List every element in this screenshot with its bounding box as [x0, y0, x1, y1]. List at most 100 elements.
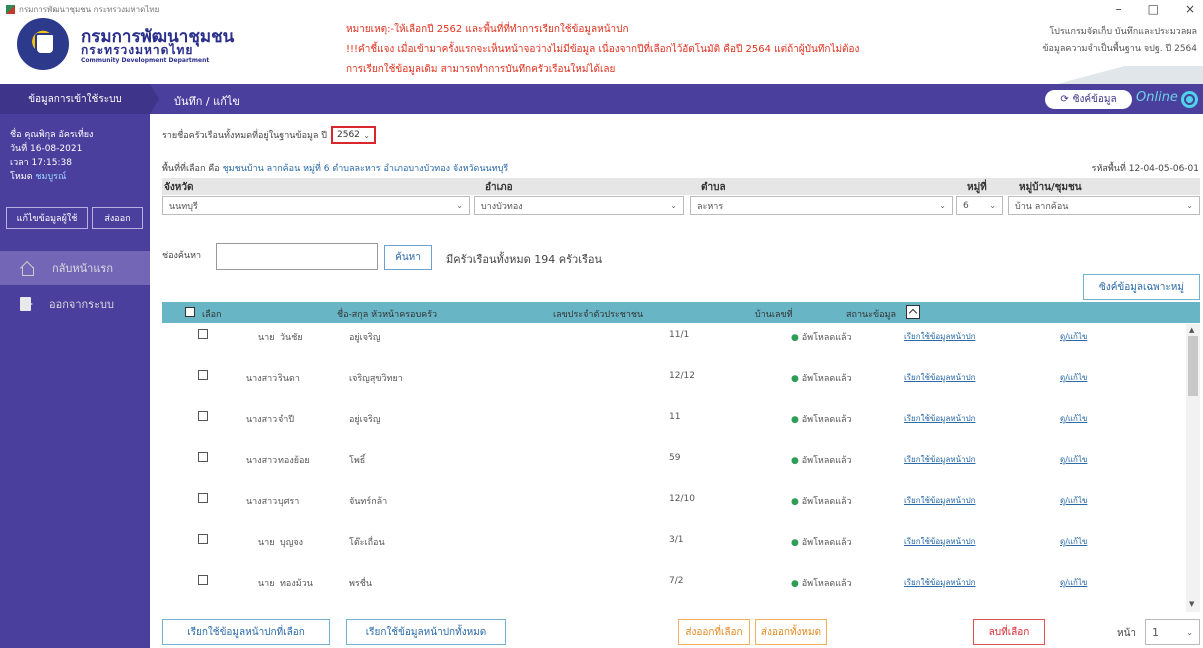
fetch-cover-link[interactable]: เรียกใช้ข้อมูลหน้าปก — [904, 494, 976, 507]
fetch-cover-link[interactable]: เรียกใช้ข้อมูลหน้าปก — [904, 412, 976, 425]
export-selected-button[interactable]: ส่งออกที่เลือก — [678, 619, 750, 645]
online-toggle[interactable] — [1181, 91, 1198, 108]
program-title: โปรแกรมจัดเก็บ บันทึกและประมวลผล ข้อมูลค… — [1042, 24, 1197, 58]
col-select: เลือก — [202, 310, 222, 320]
close-button[interactable]: × — [1185, 2, 1195, 16]
subdistrict-select[interactable]: ละหาร ⌄ — [690, 196, 953, 215]
sidebar-item-logout[interactable]: ออกจากระบบ — [0, 287, 150, 321]
page-select[interactable]: 1 ⌄ — [1145, 619, 1200, 645]
mode-value: ชมบูรณ์ — [35, 172, 67, 182]
last-name: โพธิ์ — [349, 456, 366, 466]
view-edit-link[interactable]: ดู/แก้ไข — [1060, 494, 1087, 507]
village-header: หมู่บ้าน/ชุมชน — [1019, 182, 1082, 193]
fetch-all-button[interactable]: เรียกใช้ข้อมูลหน้าปกทั้งหมด — [346, 619, 506, 645]
name-title: นางสาว — [246, 497, 278, 507]
village-select[interactable]: บ้าน ลากค้อน ⌄ — [1008, 196, 1200, 215]
house-number: 12/10 — [669, 494, 695, 504]
search-button[interactable]: ค้นหา — [384, 245, 432, 270]
program-title-line: ข้อมูลความจำเป็นพื้นฐาน จปฐ. ปี 2564 — [1042, 44, 1197, 54]
status-dot-icon: ● — [791, 415, 799, 425]
select-all-checkbox[interactable] — [185, 307, 195, 317]
view-edit-link[interactable]: ดู/แก้ไข — [1060, 453, 1087, 466]
last-name: จันทร์กล้า — [349, 497, 388, 507]
fetch-cover-link[interactable]: เรียกใช้ข้อมูลหน้าปก — [904, 371, 976, 384]
sync-area-button[interactable]: ซิงค์ข้อมูลเฉพาะหมู่ — [1083, 274, 1200, 300]
fetch-cover-link[interactable]: เรียกใช้ข้อมูลหน้าปก — [904, 453, 976, 466]
first-name: รินดา — [278, 374, 300, 384]
province-select[interactable]: นนทบุรี ⌄ — [162, 196, 470, 215]
district-select[interactable]: บางบัวทอง ⌄ — [474, 196, 684, 215]
status: ● อัพโหลดแล้ว — [791, 576, 852, 590]
status: ● อัพโหลดแล้ว — [791, 371, 852, 385]
table-row: นาย ทองม้วน พรชื่น 7/2 ● อัพโหลดแล้ว เรียกใช้… — [162, 572, 1184, 612]
sidebar: ชื่อ คุณพิกุล อัครเที่ยง วันที่ 16-08-20… — [0, 114, 150, 648]
house-number: 11/1 — [669, 330, 690, 340]
sidebar-item-label: กลับหน้าแรก — [52, 262, 113, 275]
table-row: นางสาว ทองย้อย โพธิ์ 59 ● อัพโหลดแล้ว เรียกใช… — [162, 449, 1184, 490]
fetch-selected-button[interactable]: เรียกใช้ข้อมูลหน้าปกที่เลือก — [162, 619, 330, 645]
row-checkbox[interactable] — [198, 452, 208, 462]
table-row: นางสาว รินดา เจริญสุขวิทยา 12/12 ● อัพโหลดแล… — [162, 367, 1184, 408]
view-edit-link[interactable]: ดู/แก้ไข — [1060, 330, 1087, 343]
table-scrollbar[interactable]: ▲ ▼ — [1186, 324, 1200, 612]
minimize-button[interactable]: – — [1116, 2, 1122, 16]
row-checkbox[interactable] — [198, 493, 208, 503]
household-table: เลือก ชื่อ-สกุล หัวหน้าครอบครัว เลขประจำ… — [162, 302, 1200, 612]
last-name: เจริญสุขวิทยา — [349, 374, 403, 384]
status: ● อัพโหลดแล้ว — [791, 453, 852, 467]
sync-button[interactable]: ⟳ ซิงค์ข้อมูล — [1045, 90, 1132, 109]
fetch-cover-link[interactable]: เรียกใช้ข้อมูลหน้าปก — [904, 576, 976, 589]
status: ● อัพโหลดแล้ว — [791, 412, 852, 426]
export-button[interactable]: ส่งออก — [92, 207, 143, 229]
search-label: ช่องค้นหา — [162, 251, 202, 261]
row-checkbox[interactable] — [198, 575, 208, 585]
edit-user-button[interactable]: แก้ไขข้อมูลผู้ใช้ — [6, 207, 88, 229]
view-edit-link[interactable]: ดู/แก้ไข — [1060, 371, 1087, 384]
scroll-down-icon[interactable]: ▼ — [1189, 600, 1194, 608]
moo-select[interactable]: 6 ⌄ — [956, 196, 1003, 215]
row-checkbox[interactable] — [198, 329, 208, 339]
status-dot-icon: ● — [791, 538, 799, 548]
fetch-cover-link[interactable]: เรียกใช้ข้อมูลหน้าปก — [904, 535, 976, 548]
status-dot-icon: ● — [791, 374, 799, 384]
window-controls: – □ × — [1116, 2, 1195, 16]
chevron-down-icon: ⌄ — [363, 130, 370, 140]
year-prompt: รายชื่อครัวเรือนทั้งหมดที่อยู่ในฐานข้อมู… — [162, 131, 327, 141]
view-edit-link[interactable]: ดู/แก้ไข — [1060, 412, 1087, 425]
status-dot-icon: ● — [791, 579, 799, 589]
row-checkbox[interactable] — [198, 370, 208, 380]
view-edit-link[interactable]: ดู/แก้ไข — [1060, 576, 1087, 589]
table-row: นางสาว จำปี อยู่เจริญ 11 ● อัพโหลดแล้ว เรียกใ… — [162, 408, 1184, 449]
app-icon — [6, 5, 15, 14]
maximize-button[interactable]: □ — [1148, 2, 1159, 16]
row-checkbox[interactable] — [198, 411, 208, 421]
sidebar-item-home[interactable]: กลับหน้าแรก — [0, 251, 150, 285]
scroll-thumb[interactable] — [1188, 336, 1198, 396]
export-all-button[interactable]: ส่งออกทั้งหมด — [755, 619, 827, 645]
fetch-cover-link[interactable]: เรียกใช้ข้อมูลหน้าปก — [904, 330, 976, 343]
status-text: อัพโหลดแล้ว — [801, 579, 852, 589]
col-status: สถานะข้อมูล — [846, 310, 896, 320]
col-house: บ้านเลขที่ — [755, 310, 793, 320]
moo-header: หมู่ที่ — [967, 182, 987, 193]
online-status-label: Online — [1136, 90, 1178, 105]
subdistrict-value: ละหาร — [697, 201, 724, 212]
table-header: เลือก ชื่อ-สกุล หัวหน้าครอบครัว เลขประจำ… — [162, 302, 1200, 323]
year-select[interactable]: 2562 ⌄ — [331, 126, 376, 144]
village-value: บ้าน ลากค้อน — [1015, 201, 1069, 212]
scroll-up-icon[interactable]: ▲ — [1189, 326, 1194, 334]
row-checkbox[interactable] — [198, 534, 208, 544]
search-input[interactable] — [216, 243, 378, 270]
status: ● อัพโหลดแล้ว — [791, 535, 852, 549]
department-logo — [17, 18, 69, 70]
delete-selected-button[interactable]: ลบที่เลือก — [973, 619, 1045, 645]
refresh-icon: ⟳ — [1060, 94, 1069, 105]
area-text: ชุมชนบ้าน ลากค้อน หมู่ที่ 6 ตำบลละหาร อำ… — [222, 164, 509, 174]
window-title: กรมการพัฒนาชุมชน กระทรวงมหาดไทย — [6, 3, 159, 16]
view-edit-link[interactable]: ดู/แก้ไข — [1060, 535, 1087, 548]
sync-button-label: ซิงค์ข้อมูล — [1072, 94, 1117, 105]
first-name: จำปี — [278, 415, 295, 425]
filter-header: จังหวัด อำเภอ ตำบล หมู่ที่ หมู่บ้าน/ชุมช… — [162, 178, 1200, 195]
house-number: 59 — [669, 453, 681, 463]
sort-toggle-icon[interactable] — [906, 305, 920, 319]
